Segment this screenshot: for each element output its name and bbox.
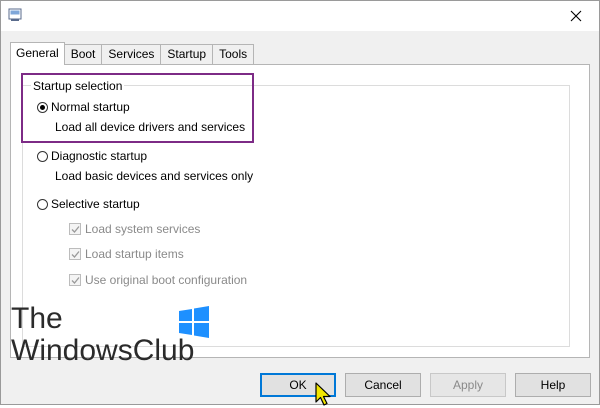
- normal-startup-highlight-box: [21, 73, 254, 143]
- load-startup-items-label: Load startup items: [85, 247, 184, 261]
- windows-logo-icon: [179, 306, 209, 338]
- diagnostic-startup-description: Load basic devices and services only: [55, 169, 254, 183]
- load-system-services-checkbox[interactable]: Load system services: [69, 222, 200, 236]
- use-original-boot-config-checkbox[interactable]: Use original boot configuration: [69, 273, 247, 287]
- close-button[interactable]: [561, 4, 591, 28]
- title-bar: [1, 1, 599, 31]
- mouse-pointer-icon: [315, 382, 331, 406]
- diagnostic-startup-label: Diagnostic startup: [51, 149, 148, 163]
- check-icon: [69, 223, 81, 235]
- watermark-line1: The: [11, 302, 63, 335]
- load-system-services-label: Load system services: [85, 222, 201, 236]
- load-startup-items-checkbox[interactable]: Load startup items: [69, 247, 184, 261]
- radio-indicator: [37, 150, 48, 162]
- check-icon: [69, 274, 81, 286]
- use-original-boot-config-label: Use original boot configuration: [85, 273, 248, 287]
- system-configuration-window: General Boot Services Startup Tools Star…: [0, 0, 600, 406]
- tab-services[interactable]: Services: [102, 44, 162, 64]
- msconfig-icon: [8, 8, 22, 21]
- tab-startup[interactable]: Startup: [161, 44, 214, 64]
- cancel-button[interactable]: Cancel: [345, 373, 421, 397]
- selective-startup-label: Selective startup: [51, 197, 140, 211]
- radio-indicator: [37, 198, 48, 210]
- watermark-line2: WindowsClub: [11, 334, 195, 367]
- apply-button[interactable]: Apply: [430, 373, 506, 397]
- tab-general[interactable]: General: [10, 42, 65, 65]
- check-icon: [69, 248, 81, 260]
- selective-startup-radio[interactable]: Selective startup: [37, 197, 140, 211]
- diagnostic-startup-radio[interactable]: Diagnostic startup: [37, 149, 147, 163]
- tab-boot[interactable]: Boot: [64, 44, 103, 64]
- close-icon: [570, 10, 582, 22]
- tab-tools[interactable]: Tools: [213, 44, 255, 64]
- tab-strip: General Boot Services Startup Tools: [10, 42, 255, 66]
- help-button[interactable]: Help: [515, 373, 591, 397]
